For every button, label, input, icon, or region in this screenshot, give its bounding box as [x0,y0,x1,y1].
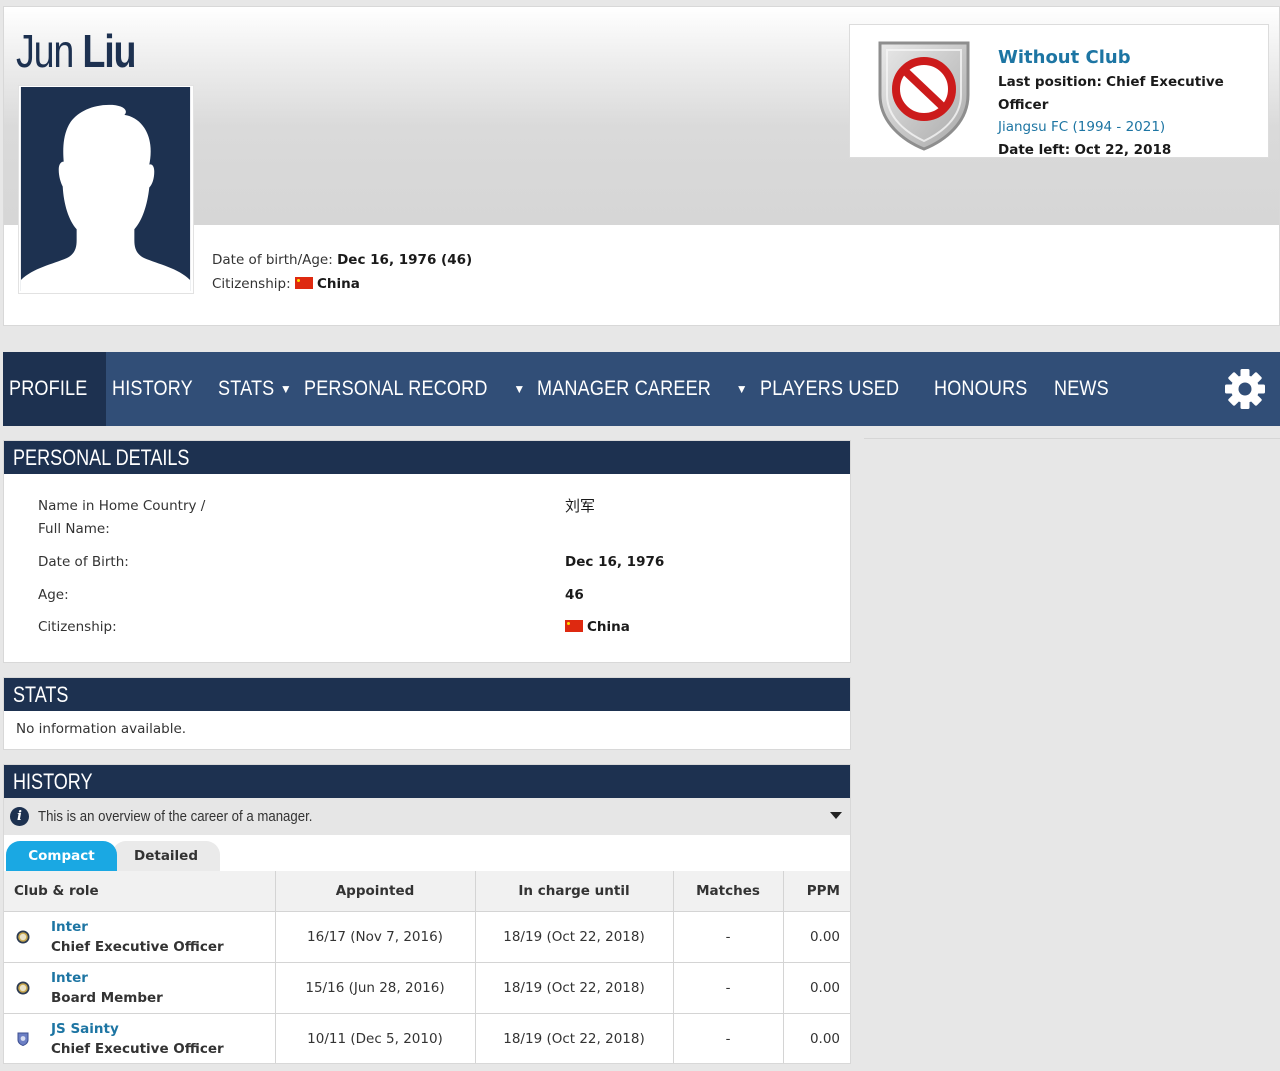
history-box: HISTORY i This is an overview of the car… [3,764,851,1064]
date-left-label: Date left: [998,141,1071,158]
citizenship-detail-label: Citizenship: [38,619,117,635]
matches-cell: - [673,911,784,963]
profile-nav: PROFILE HISTORY STATS ▼ PERSONAL RECORD ▼ … [3,352,1280,426]
home-name-value: 刘军 [565,497,596,515]
home-name-label: Name in Home Country / Full Name: [38,498,206,537]
first-name: Jun [16,25,74,77]
date-left-line: Date left: Oct 22, 2018 [998,139,1268,162]
history-table: Club & role Appointed In charge until Ma… [4,871,850,1063]
club-link[interactable]: JS Sainty [51,1019,224,1039]
inter-logo-icon [16,981,30,994]
table-row: JS Sainty Chief Executive Officer 10/11 … [4,1013,850,1063]
appointed-cell: 16/17 (Nov 7, 2016) [275,911,476,963]
caret-down-icon: ▼ [279,382,292,396]
dob-detail-label: Date of Birth: [38,554,129,570]
dob-label: Date of birth/Age: [212,252,333,268]
club-status: Without Club [998,47,1131,68]
profile-photo [18,85,194,294]
personal-details-box: PERSONAL DETAILS Name in Home Country / … [3,440,851,663]
gear-icon[interactable] [1224,368,1266,410]
col-matches: Matches [673,871,784,912]
until-cell: 18/19 (Oct 22, 2018) [475,911,674,963]
china-flag-icon [294,277,313,289]
citizenship-line: Citizenship: China [212,272,472,296]
last-name: Liu [82,25,136,77]
nav-profile[interactable]: PROFILE [3,352,107,426]
stats-header: STATS [4,678,850,711]
appointed-cell: 10/11 (Dec 5, 2010) [275,1013,476,1063]
col-in-charge-until: In charge until [475,871,674,912]
date-left-value: Oct 22, 2018 [1074,141,1172,158]
until-cell: 18/19 (Oct 22, 2018) [475,962,674,1014]
col-club-role: Club & role [4,871,276,912]
citizenship-value: China [316,276,360,292]
silhouette-placeholder-icon [20,87,191,291]
citizenship-detail-value: China [565,616,630,639]
history-info-text: This is an overview of the career of a m… [38,808,313,825]
club-link[interactable]: Inter [51,917,224,937]
ppm-cell: 0.00 [783,911,850,963]
table-header-row: Club & role Appointed In charge until Ma… [4,871,850,912]
last-club-link[interactable]: Jiangsu FC (1994 - 2021) [998,119,1165,135]
quick-facts: Date of birth/Age: Dec 16, 1976 (46) Cit… [212,248,472,296]
nav-stats[interactable]: STATS ▼ [212,352,298,426]
tab-compact[interactable]: Compact [6,841,117,871]
matches-cell: - [673,962,784,1014]
role-text: Chief Executive Officer [51,938,224,955]
sidebar-divider [864,438,1280,439]
nav-honours[interactable]: HONOURS [928,352,1049,426]
matches-cell: - [673,1013,784,1063]
ppm-cell: 0.00 [783,962,850,1014]
caret-down-icon: ▼ [735,382,748,396]
role-text: Chief Executive Officer [51,1040,224,1057]
page-title: Jun Liu [16,25,136,77]
history-tabs: Detailed Compact [4,835,850,871]
china-flag-icon [565,620,583,632]
last-position-label: Last position: [998,74,1102,90]
info-icon: i [10,807,29,826]
nav-players-used[interactable]: PLAYERS USED [754,352,928,426]
no-club-shield-icon [878,41,970,151]
stats-box: STATS No information available. [3,677,851,750]
history-header: HISTORY [4,765,850,798]
chevron-down-icon[interactable] [830,812,842,819]
history-info-bar[interactable]: i This is an overview of the career of a… [4,798,850,835]
dob-detail-value: Dec 16, 1976 [565,554,665,570]
nav-personal-record[interactable]: PERSONAL RECORD ▼ [298,352,532,426]
club-link[interactable]: Inter [51,968,163,988]
dob-line: Date of birth/Age: Dec 16, 1976 (46) [212,248,472,272]
current-club-box: Without Club Last position: Chief Execut… [849,24,1269,158]
table-row: Inter Board Member 15/16 (Jun 28, 2016) … [4,962,850,1014]
nav-history[interactable]: HISTORY [106,352,212,426]
appointed-cell: 15/16 (Jun 28, 2016) [275,962,476,1014]
col-ppm: PPM [783,871,850,912]
until-cell: 18/19 (Oct 22, 2018) [475,1013,674,1063]
citizenship-label: Citizenship: [212,276,291,292]
nav-manager-career[interactable]: MANAGER CAREER ▼ [531,352,753,426]
col-appointed: Appointed [275,871,476,912]
last-position-line: Last position: Chief Executive Officer [998,71,1268,116]
role-text: Board Member [51,989,163,1006]
ppm-cell: 0.00 [783,1013,850,1063]
age-label: Age: [38,587,69,603]
caret-down-icon: ▼ [513,382,526,396]
personal-details-header: PERSONAL DETAILS [4,441,850,474]
tab-detailed[interactable]: Detailed [112,841,220,871]
table-row: Inter Chief Executive Officer 16/17 (Nov… [4,911,850,963]
stats-empty-message: No information available. [16,721,187,737]
age-value: 46 [565,587,584,603]
js-sainty-logo-icon [17,1032,29,1046]
inter-logo-icon [16,930,30,943]
nav-news[interactable]: NEWS [1048,352,1124,426]
club-info: Without Club Last position: Chief Execut… [998,45,1268,161]
dob-value: Dec 16, 1976 (46) [337,252,473,268]
